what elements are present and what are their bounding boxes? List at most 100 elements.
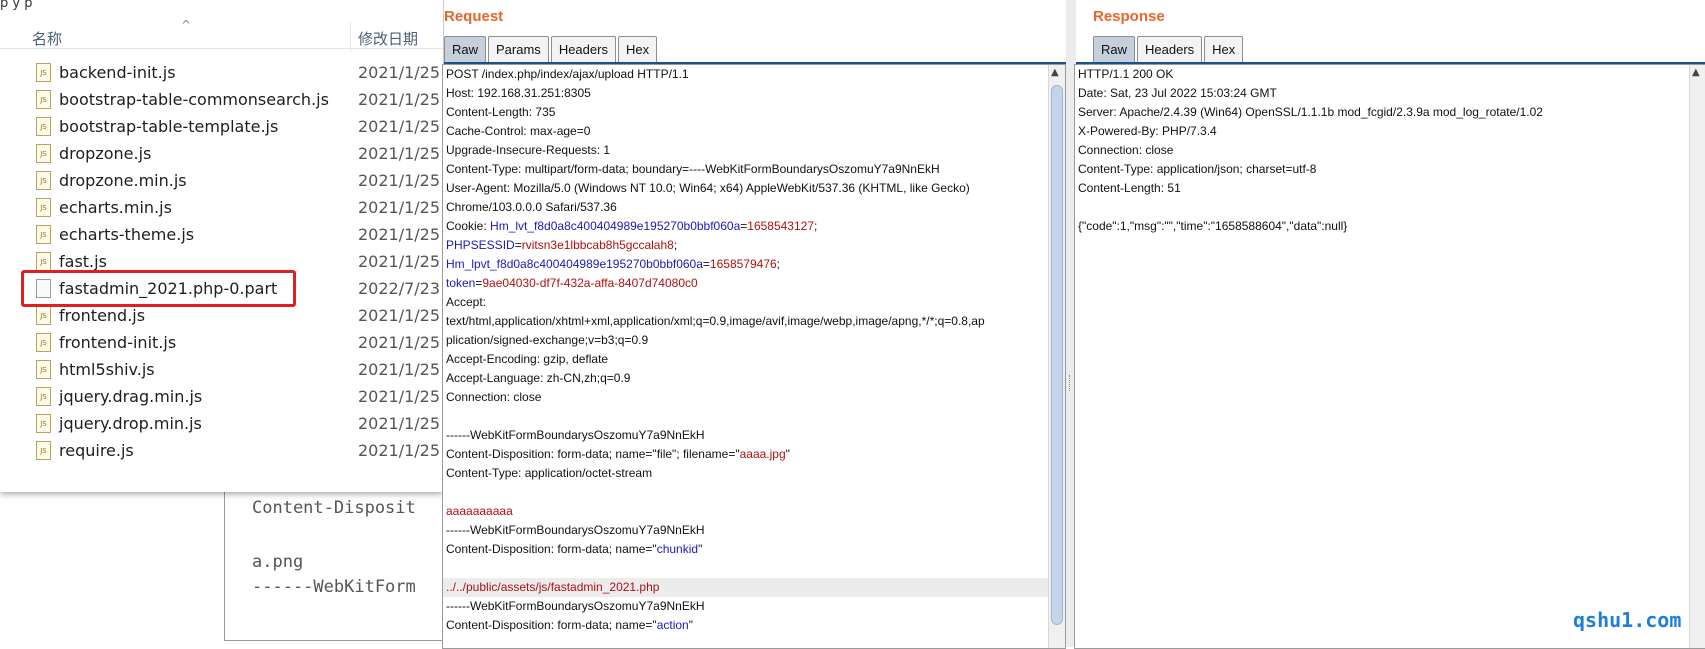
param-name: Hm_lpvt_f8d0a8c400404989e195270b0bbf060a	[446, 257, 703, 271]
tab-hex[interactable]: Hex	[617, 36, 658, 62]
js-file-icon: JS	[36, 306, 51, 325]
line-text: Host: 192.168.31.251:8305	[446, 86, 591, 100]
scroll-up-icon[interactable]: ▲	[1692, 67, 1700, 78]
request-line: Chrome/103.0.0.0 Safari/537.36	[446, 198, 617, 217]
param-name: PHPSESSID	[446, 238, 515, 252]
request-line: Hm_lpvt_f8d0a8c400404989e195270b0bbf060a…	[446, 255, 780, 274]
line-text: Upgrade-Insecure-Requests: 1	[446, 143, 611, 157]
file-date: 2021/1/25	[358, 198, 441, 217]
request-line: ------WebKitFormBoundarysOszomuY7a9NnEkH	[446, 521, 705, 540]
response-tab-bar: Raw Headers Hex	[1093, 36, 1245, 63]
sort-up-icon[interactable]: ^	[181, 18, 191, 32]
request-line: text/html,application/xhtml+xml,applicat…	[446, 312, 985, 331]
file-name: fast.js	[59, 252, 107, 271]
response-raw-editor[interactable]: HTTP/1.1 200 OK Date: Sat, 23 Jul 2022 15…	[1074, 64, 1705, 649]
background-code-line: a.png	[252, 552, 304, 572]
response-line: Date: Sat, 23 Jul 2022 15:03:24 GMT	[1078, 84, 1277, 103]
file-row[interactable]: JS html5shiv.js 2021/1/25	[0, 357, 443, 384]
column-name-header[interactable]: 名称	[32, 28, 62, 49]
file-row[interactable]: JS frontend-init.js 2021/1/25	[0, 330, 443, 357]
line-text: HTTP/1.1 200 OK	[1078, 67, 1174, 81]
param-name: token	[446, 276, 476, 290]
column-separator[interactable]	[350, 22, 351, 52]
tab-raw[interactable]: Raw	[1093, 36, 1136, 62]
file-date: 2021/1/25	[358, 414, 441, 433]
js-file-icon: JS	[36, 252, 51, 271]
param-value: ../../public/assets/js/fastadmin_2021.ph…	[446, 580, 660, 594]
response-line: HTTP/1.1 200 OK	[1078, 65, 1173, 84]
request-line: Upgrade-Insecure-Requests: 1	[446, 141, 610, 160]
request-scrollbar-thumb[interactable]	[1051, 85, 1063, 625]
request-line: User-Agent: Mozilla/5.0 (Windows NT 10.0…	[446, 179, 970, 198]
param-value: rvitsn3e1lbbcab8h5gccalah8	[521, 238, 674, 252]
response-scrollbar[interactable]: ▲	[1689, 65, 1705, 648]
file-date: 2021/1/25	[358, 171, 441, 190]
request-line: ../../public/assets/js/fastadmin_2021.ph…	[446, 578, 659, 597]
file-name: bootstrap-table-template.js	[59, 117, 279, 136]
file-row[interactable]: JS echarts.min.js 2021/1/25	[0, 195, 443, 222]
file-row[interactable]: JS echarts-theme.js 2021/1/25	[0, 222, 443, 249]
file-row[interactable]: JS require.js 2021/1/25	[0, 438, 443, 465]
file-name: require.js	[59, 441, 134, 460]
line-text: =	[514, 238, 522, 252]
param-value: aaaa.jpg	[739, 447, 786, 461]
param-name: Hm_lvt_f8d0a8c400404989e195270b0bbf060a	[490, 219, 741, 233]
response-line: {"code":1,"msg":"","time":"1658588604","…	[1078, 217, 1347, 236]
request-raw-editor[interactable]: POST /index.php/index/ajax/upload HTTP/1…	[442, 64, 1066, 649]
request-line: ------WebKitFormBoundarysOszomuY7a9NnEkH	[446, 597, 705, 616]
file-date: 2021/1/25	[358, 333, 441, 352]
request-line: Content-Disposition: form-data; name="fi…	[446, 445, 790, 464]
line-text: Chrome/103.0.0.0 Safari/537.36	[446, 200, 617, 214]
tab-headers[interactable]: Headers	[550, 36, 616, 62]
tab-hex[interactable]: Hex	[1204, 36, 1244, 62]
file-name: frontend.js	[59, 306, 146, 325]
file-row[interactable]: JS dropzone.js 2021/1/25	[0, 141, 443, 168]
file-date: 2022/7/23	[358, 279, 441, 298]
line-text: Content-Disposition: form-data; name="	[446, 618, 657, 632]
js-file-icon: JS	[36, 144, 51, 163]
line-text: Cookie:	[446, 219, 491, 233]
file-row[interactable]: JS bootstrap-table-commonsearch.js 2021/1/…	[0, 87, 443, 114]
line-text: "	[688, 618, 693, 632]
file-explorer-window: p y p ^ 名称 修改日期 JS backend-init.js 2021/1/…	[0, 0, 443, 492]
tab-raw[interactable]: Raw	[444, 36, 487, 62]
request-title: Request	[444, 8, 504, 25]
request-line: Content-Type: application/octet-stream	[446, 464, 652, 483]
response-title: Response	[1093, 8, 1165, 25]
tab-headers[interactable]: Headers	[1137, 36, 1203, 62]
file-row[interactable]: JS backend-init.js 2021/1/25	[0, 60, 443, 87]
js-file-icon: JS	[36, 387, 51, 406]
param-name: chunkid	[656, 542, 699, 556]
line-text: POST /index.php/index/ajax/upload HTTP/1…	[446, 67, 689, 81]
js-file-icon: JS	[36, 117, 51, 136]
file-name: bootstrap-table-commonsearch.js	[59, 90, 329, 109]
scroll-up-icon[interactable]: ▲	[1051, 67, 1059, 78]
file-row[interactable]: JS jquery.drag.min.js 2021/1/25	[0, 384, 443, 411]
request-line: Content-Type: multipart/form-data; bound…	[446, 160, 940, 179]
file-row[interactable]: JS bootstrap-table-template.js 2021/1/25	[0, 114, 443, 141]
js-file-icon: JS	[36, 360, 51, 379]
response-line: Content-Type: application/json; charset=…	[1078, 160, 1316, 179]
request-scrollbar[interactable]: ▲	[1048, 65, 1065, 648]
request-line: Accept-Language: zh-CN,zh;q=0.9	[446, 369, 630, 388]
file-row[interactable]: JS dropzone.min.js 2021/1/25	[0, 168, 443, 195]
file-row[interactable]: JS jquery.drop.min.js 2021/1/25	[0, 411, 443, 438]
request-line: Cache-Control: max-age=0	[446, 122, 590, 141]
request-panel: Request Raw Params Headers Hex POST /index.…	[442, 0, 1066, 649]
file-name: jquery.drag.min.js	[59, 387, 203, 406]
file-date: 2021/1/25	[358, 441, 441, 460]
file-date: 2021/1/25	[358, 117, 441, 136]
file-row[interactable]: JS frontend.js 2021/1/25	[0, 303, 443, 330]
line-text: "	[785, 447, 790, 461]
column-date-header[interactable]: 修改日期	[358, 28, 418, 49]
request-line: ------WebKitFormBoundarysOszomuY7a9NnEkH	[446, 426, 705, 445]
line-text: Connection: close	[446, 390, 542, 404]
background-code-line: ------WebKitForm	[252, 577, 416, 597]
tab-params[interactable]: Params	[488, 36, 549, 62]
js-file-icon: JS	[36, 63, 51, 82]
line-text: plication/signed-exchange;v=b3;q=0.9	[446, 333, 649, 347]
param-name: action	[656, 618, 689, 632]
param-value: 9ae04030-df7f-432a-affa-8407d74080c0	[482, 276, 698, 290]
line-text: "	[698, 542, 703, 556]
response-panel: Response Raw Headers Hex HTTP/1.1 200 OK Da…	[1074, 0, 1705, 649]
